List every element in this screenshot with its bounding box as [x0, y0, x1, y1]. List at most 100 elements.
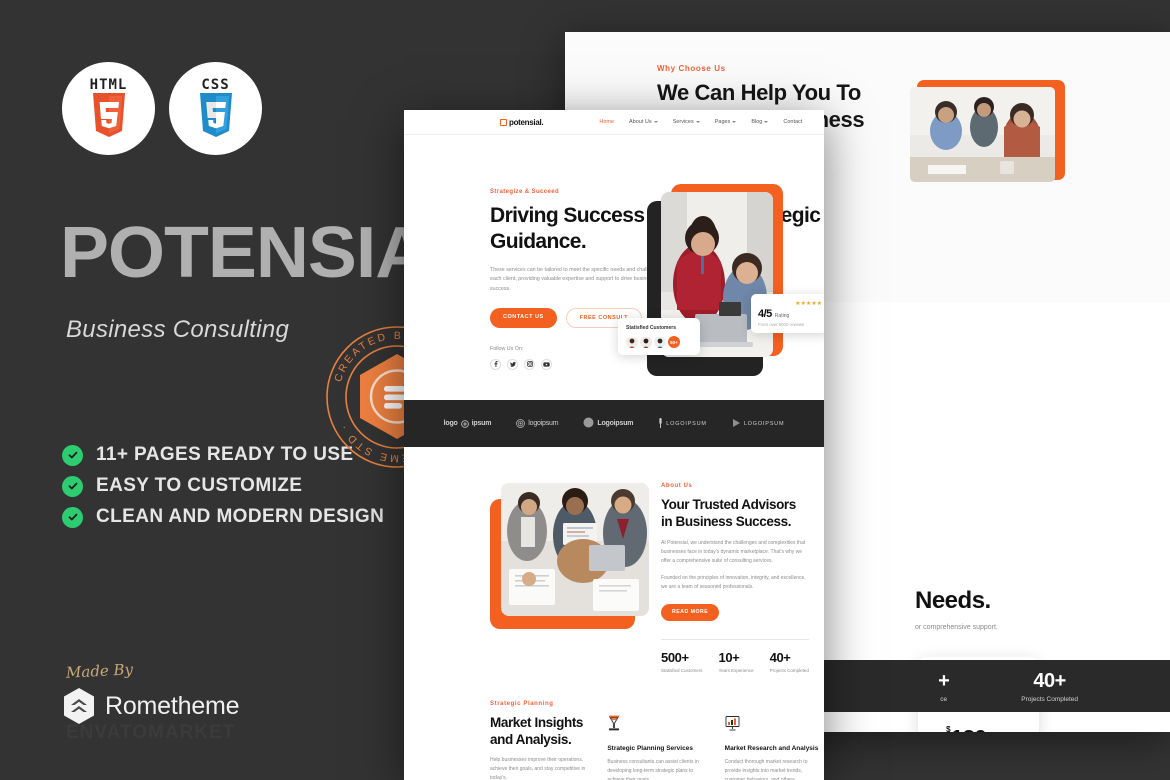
nav-item-pages[interactable]: Pages [715, 119, 737, 125]
nav-item-contact[interactable]: Contact [783, 119, 802, 125]
nav-label: Pages [714, 119, 731, 125]
logo-text: Logoipsum [597, 420, 634, 427]
logo-part-2: ipsum [471, 420, 492, 427]
rating-score: 4/5 [758, 308, 772, 320]
author-name: Rometheme [105, 691, 240, 720]
rating-card: ★★★★★ 4/5 Rating From over 5000 reviews [751, 294, 824, 333]
html5-shield-icon [90, 93, 128, 139]
services-heading: Market Insights and Analysis. [490, 715, 584, 747]
avatar [654, 336, 666, 348]
hero-visual: ★★★★★ 4/5 Rating From over 5000 reviews … [618, 178, 824, 390]
stat-label: Projects Completed [1021, 695, 1078, 703]
about-heading: Your Trusted Advisors in Business Succes… [661, 497, 796, 529]
stat-item: 500+ Statisfied Customers [661, 650, 703, 673]
about-team-photo [501, 483, 649, 616]
avatar [626, 336, 638, 348]
rometheme-logo-icon [62, 687, 96, 725]
needs-heading: Needs. [915, 587, 991, 614]
client-logo: LOGOIPSUM [658, 415, 707, 433]
heading-line-1: We Can Help You To [657, 80, 861, 105]
about-stats: 500+ Statisfied Customers 10+ Years Expe… [661, 639, 809, 673]
nav-label: Contact [783, 119, 803, 125]
read-more-button[interactable]: READ MORE [661, 603, 720, 621]
hero-paragraph: These services can be tailored to meet t… [490, 267, 668, 292]
team-meeting-photo [910, 87, 1055, 182]
nav-item-about-us[interactable]: About Us [629, 119, 658, 125]
nav-label: About Us [629, 119, 652, 125]
hero-section: Strategize & Succeed Driving Success Thr… [404, 135, 824, 400]
spiral-circle-icon [516, 415, 526, 433]
client-logo: Logoipsum [583, 415, 633, 433]
client-logo: logo ipsum [444, 415, 492, 433]
avatar [640, 336, 652, 348]
service-description: Conduct thorough market research to prov… [724, 759, 808, 780]
rating-score-row: 4/5 Rating [758, 308, 822, 320]
price-amount: 120 [951, 725, 987, 732]
nav-label: Home [599, 119, 615, 125]
nav-item-services[interactable]: Services [673, 119, 700, 125]
service-title: Strategic Planning Services [607, 745, 693, 752]
html5-badge: HTML [62, 62, 155, 155]
chevron-down-icon [695, 121, 700, 123]
client-logo: LOGOIPSUM [732, 415, 785, 433]
stat-number: 40+ [769, 650, 791, 665]
nav-label: Blog [751, 119, 763, 125]
youtube-icon[interactable] [541, 358, 552, 370]
made-by-label: Made By [65, 660, 134, 682]
section-eyebrow: Why Choose Us [657, 64, 726, 73]
logo-mark-icon [500, 118, 507, 126]
stat-label: Statisfied Customers [661, 668, 703, 673]
html5-label: HTML [89, 77, 128, 93]
logo-text: LOGOIPSUM [743, 420, 785, 427]
services-section: Strategic Planning Market Insights and A… [404, 695, 824, 780]
promo-panel: HTML CSS POTENSIAL Business Consulting 1… [0, 0, 472, 780]
funnel-icon [607, 715, 706, 736]
services-eyebrow: Strategic Planning [490, 701, 554, 707]
play-triangle-icon [732, 415, 741, 433]
services-intro: Strategic Planning Market Insights and A… [490, 701, 589, 780]
site-logo[interactable]: potensial. [500, 117, 544, 127]
nav-item-blog[interactable]: Blog [751, 119, 769, 125]
client-logos-band: logo ipsum logoipsum Logoipsum LOGOIPSUM… [404, 400, 824, 447]
contact-us-button[interactable]: CONTACT US [490, 307, 557, 328]
plus-circle-icon [460, 415, 469, 433]
stat-item: 40+ Projects Completed [770, 650, 809, 673]
nav-item-home[interactable]: Home [599, 119, 614, 125]
stat-item: 40+ Projects Completed [1021, 670, 1078, 703]
check-circle-icon [62, 475, 83, 497]
stat-label: Projects Completed [769, 668, 809, 673]
logo-text: potensial. [509, 117, 544, 127]
satisfied-customers-card: Statisfied Customers 50+ [618, 318, 700, 355]
feature-label: 11+ PAGES READY TO USE [96, 444, 354, 465]
facebook-icon[interactable] [490, 358, 501, 370]
stat-item: 10+ Years Experience [719, 650, 754, 673]
chevron-down-icon [732, 121, 737, 123]
stat-number: 10+ [718, 650, 740, 665]
service-card-strategic-planning[interactable]: Strategic Planning Services Business con… [607, 701, 706, 780]
twitter-icon[interactable] [507, 358, 518, 370]
css3-shield-icon [197, 93, 235, 139]
service-card-market-research[interactable]: Market Research and Analysis Conduct tho… [725, 701, 824, 780]
client-logo: logoipsum [516, 415, 559, 433]
nav-label: Services [672, 119, 694, 125]
nav-links: Home About Us Services Pages Blog Contac… [599, 119, 802, 125]
about-paragraph-1: At Potensial, we understand the challeng… [661, 540, 806, 564]
about-eyebrow: About Us [661, 483, 693, 489]
stat-item: + ce [938, 670, 950, 703]
pin-icon [658, 415, 663, 433]
css3-label: CSS [201, 77, 230, 93]
author-credit: Rometheme [62, 687, 240, 725]
logo-text: LOGOIPSUM [666, 420, 707, 427]
avatar-more-count: 50+ [668, 336, 680, 348]
front-browser-window[interactable]: potensial. Home About Us Services Pages … [404, 110, 824, 780]
chevron-down-icon [764, 121, 769, 123]
stat-label: Years Experience [718, 668, 754, 673]
about-content: About Us Your Trusted Advisors in Busine… [661, 483, 809, 621]
rating-word: Rating [774, 313, 790, 319]
tech-badges: HTML CSS [62, 62, 262, 155]
logo-text: logoipsum [528, 420, 559, 427]
needs-subtext: or comprehensive support. [915, 624, 998, 631]
page-subtitle: Business Consulting [66, 316, 290, 343]
instagram-icon[interactable] [524, 358, 535, 370]
service-title: Market Research and Analysis [724, 745, 819, 752]
